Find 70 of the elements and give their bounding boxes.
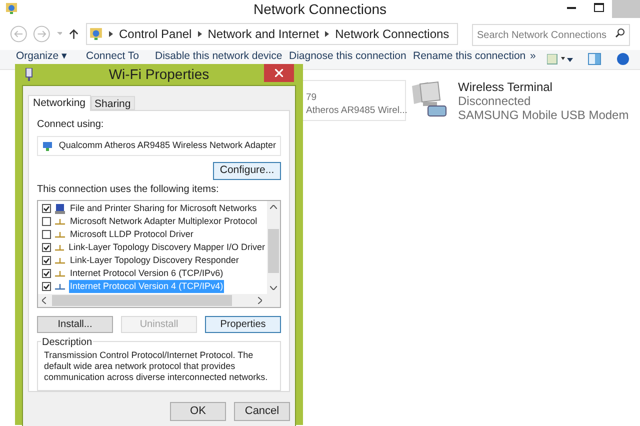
view-options-icon[interactable]	[547, 54, 573, 66]
close-icon	[275, 69, 283, 77]
list-item[interactable]: Microsoft LLDP Protocol Driver	[69, 228, 194, 242]
tab[interactable]: Networking	[28, 95, 91, 111]
network-folder-icon	[5, 2, 18, 15]
checkbox[interactable]	[42, 282, 51, 291]
checkbox[interactable]	[42, 204, 51, 213]
search-icon[interactable]	[615, 28, 625, 38]
field-label: Connect using:	[37, 118, 105, 132]
tab[interactable]: Sharing	[90, 96, 135, 110]
network-folder-icon	[89, 27, 103, 41]
protocol-icon	[55, 258, 65, 264]
chevron-icon	[325, 31, 330, 37]
checkbox[interactable]	[42, 256, 51, 265]
toolbar-item[interactable]: Organize ▾	[16, 50, 68, 62]
description-text: Transmission Control Protocol/Internet Protocol. The default wide area network protocol that provides communication across diverse interconnected networks.	[44, 350, 269, 383]
computer-icon	[55, 204, 65, 214]
minimize-icon[interactable]	[567, 7, 576, 10]
window-title: Network Connections	[253, 0, 387, 18]
chevron-icon	[198, 31, 202, 37]
list-item[interactable]: Microsoft Network Adapter Multiplexor Protocol	[69, 214, 258, 228]
toolbar-item[interactable]: Connect To	[86, 50, 139, 62]
scroll-right-icon[interactable]	[258, 297, 262, 304]
checkbox[interactable]	[42, 269, 51, 278]
chevron-icon	[109, 31, 113, 37]
action-button[interactable]: Install...	[37, 316, 113, 333]
connection-name: Wireless Terminal	[458, 80, 554, 94]
vertical-scrollbar[interactable]	[267, 201, 280, 294]
maximize-icon[interactable]	[594, 3, 604, 12]
horizontal-scrollbar[interactable]	[38, 294, 280, 307]
protocol-icon	[55, 232, 65, 238]
protocol-icon	[55, 270, 65, 276]
action-button[interactable]: Properties	[205, 316, 281, 333]
toolbar-item[interactable]: Rename this connection	[413, 50, 526, 62]
breadcrumb[interactable]: Network Connections	[335, 25, 450, 43]
dialog-title: Wi-Fi Properties	[108, 65, 210, 84]
connection-detail: Atheros AR9485 Wirel...	[306, 104, 405, 117]
dialog-button[interactable]: Cancel	[234, 402, 290, 421]
protocol-icon	[55, 244, 64, 250]
protocol-icon	[55, 284, 65, 290]
list-item[interactable]: Link-Layer Topology Discovery Mapper I/O Driver	[68, 240, 266, 254]
breadcrumb[interactable]: Control Panel	[119, 25, 192, 43]
address-bar[interactable]: Control Panel Network and Internet Network Connections	[86, 23, 458, 45]
scroll-up-icon[interactable]	[270, 205, 277, 209]
toolbar-item[interactable]: »	[530, 50, 536, 62]
up-arrow-icon[interactable]	[68, 28, 80, 40]
checkbox[interactable]	[42, 217, 51, 226]
list-item[interactable]: Link-Layer Topology Discovery Responder	[69, 254, 240, 268]
list-item[interactable]: Internet Protocol Version 6 (TCP/IPv6)	[69, 266, 224, 280]
connection-detail: 79	[306, 91, 318, 104]
network-adapter-icon	[42, 140, 53, 152]
scroll-left-icon[interactable]	[42, 297, 46, 304]
list-item[interactable]: File and Printer Sharing for Microsoft Networks	[69, 202, 258, 216]
connection-device: SAMSUNG Mobile USB Modem	[458, 108, 629, 122]
protocol-icon	[55, 218, 65, 224]
breadcrumb[interactable]: Network and Internet	[208, 25, 320, 43]
adapter-name: Qualcomm Atheros AR9485 Wireless Network Adapter	[58, 139, 276, 152]
checkbox[interactable]	[42, 230, 51, 239]
configure-button[interactable]: Configure...	[213, 162, 281, 180]
group-label: Description	[41, 335, 94, 350]
preview-pane-icon[interactable]	[588, 53, 601, 65]
field-label: This connection uses the following items:	[37, 183, 220, 197]
network-adapter-icon	[25, 68, 33, 81]
dialog-button[interactable]: OK	[170, 402, 226, 421]
toolbar-item[interactable]: Diagnose this connection	[289, 50, 406, 62]
connection-status: Disconnected	[458, 94, 532, 108]
checkbox[interactable]	[42, 243, 51, 252]
scroll-down-icon[interactable]	[270, 286, 277, 290]
search-field[interactable]: Search Network Connections	[472, 24, 630, 46]
toolbar-item[interactable]: Disable this network device	[155, 50, 282, 62]
